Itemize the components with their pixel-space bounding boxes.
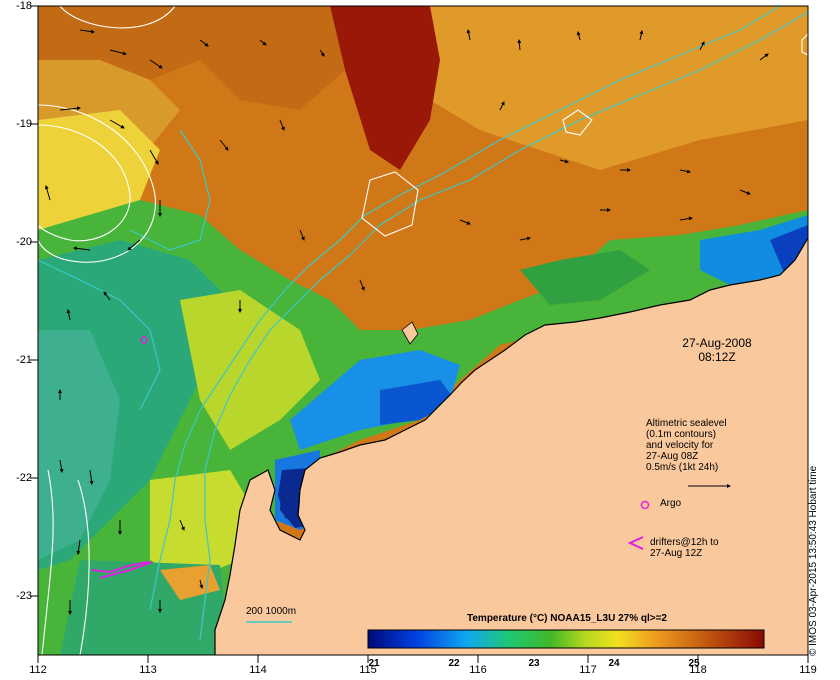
drifter-legend-line: 27-Aug 12Z	[650, 548, 703, 559]
argo-legend-label: Argo	[660, 498, 682, 509]
velocity-legend: Altimetric sealevel (0.1m contours) and …	[646, 418, 727, 473]
y-tick-label: -18	[16, 0, 32, 12]
credit-text: © IMOS 03-Apr-2015 13:50:43 Hobart time	[808, 465, 819, 656]
drifter-legend-line: drifters@12h to	[650, 537, 719, 548]
colorbar	[367, 629, 765, 649]
legend-line: 27-Aug 08Z	[646, 451, 699, 462]
date-label: 27-Aug-2008	[682, 336, 752, 350]
timestamp: 27-Aug-2008 08:12Z	[672, 336, 762, 364]
colorbar-tick: 21	[368, 658, 380, 669]
x-tick-label: 114	[249, 664, 267, 676]
colorbar-tick: 23	[528, 658, 540, 669]
y-tick-label: -23	[16, 590, 32, 602]
x-tick-label: 119	[799, 664, 817, 676]
legend-line: and velocity for	[646, 440, 714, 451]
isobath-legend-label: 200 1000m	[246, 606, 297, 617]
colorbar-tick: 25	[688, 658, 700, 669]
y-tick-label: -21	[16, 354, 32, 366]
x-tick-label: 112	[29, 664, 47, 676]
y-tick-label: -22	[16, 472, 32, 484]
y-tick-label: -19	[16, 118, 32, 130]
y-tick-label: -20	[16, 236, 32, 248]
colorbar-title: Temperature (°C) NOAA15_L3U 27% ql>=2	[467, 613, 667, 624]
x-tick-label: 113	[139, 664, 157, 676]
colorbar-tick: 22	[448, 658, 460, 669]
legend-line: Altimetric sealevel	[646, 418, 727, 429]
drifter-legend: drifters@12h to 27-Aug 12Z	[650, 537, 719, 559]
colorbar-tick: 24	[608, 658, 620, 669]
time-label: 08:12Z	[698, 350, 736, 364]
legend-line: (0.1m contours)	[646, 429, 717, 440]
legend-line: 0.5m/s (1kt 24h)	[646, 462, 719, 473]
